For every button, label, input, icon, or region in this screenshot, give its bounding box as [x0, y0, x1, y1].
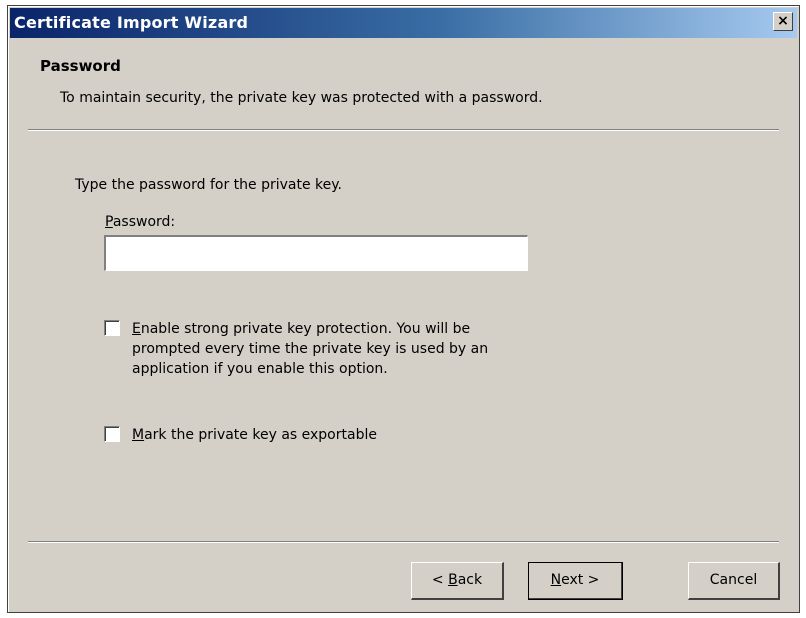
exportable-checkbox[interactable]: [104, 426, 120, 442]
page-subtitle: To maintain security, the private key wa…: [60, 90, 543, 106]
title-bar[interactable]: Certificate Import Wizard ×: [10, 8, 797, 38]
cancel-button[interactable]: Cancel: [688, 562, 780, 600]
certificate-import-wizard-dialog: Certificate Import Wizard × Password To …: [7, 5, 800, 613]
close-icon: ×: [777, 13, 789, 29]
strong-protection-checkbox[interactable]: [104, 320, 120, 336]
password-label: Password:: [105, 214, 175, 230]
exportable-mnemonic: M: [132, 427, 145, 443]
page-title: Password: [40, 57, 121, 75]
password-input[interactable]: [104, 235, 528, 271]
close-button[interactable]: ×: [773, 12, 793, 31]
password-label-rest: assword:: [112, 214, 176, 230]
footer-divider: [28, 541, 779, 543]
strong-protection-label[interactable]: Enable strong private key protection. Yo…: [132, 319, 488, 379]
instruction-text: Type the password for the private key.: [75, 177, 342, 193]
strong-protection-line-3: application if you enable this option.: [132, 361, 388, 377]
strong-protection-line-1-rest: nable strong private key protection. You…: [140, 321, 471, 337]
back-button[interactable]: < Back: [411, 562, 504, 600]
next-button-rest: ext >: [561, 572, 600, 588]
back-button-prefix: <: [431, 572, 449, 588]
next-button[interactable]: Next >: [528, 562, 623, 600]
strong-protection-line-1: Enable strong private key protection. Yo…: [132, 319, 488, 339]
strong-protection-mnemonic: E: [132, 321, 141, 337]
back-button-mnemonic: B: [448, 572, 458, 588]
next-button-mnemonic: N: [550, 572, 562, 588]
window-title: Certificate Import Wizard: [14, 13, 249, 32]
exportable-label-rest: ark the private key as exportable: [144, 427, 377, 443]
back-button-rest: ack: [457, 572, 483, 588]
exportable-label[interactable]: Mark the private key as exportable: [132, 425, 377, 445]
strong-protection-line-2: prompted every time the private key is u…: [132, 341, 489, 357]
header-divider: [28, 129, 779, 131]
password-label-mnemonic: P: [105, 214, 113, 230]
